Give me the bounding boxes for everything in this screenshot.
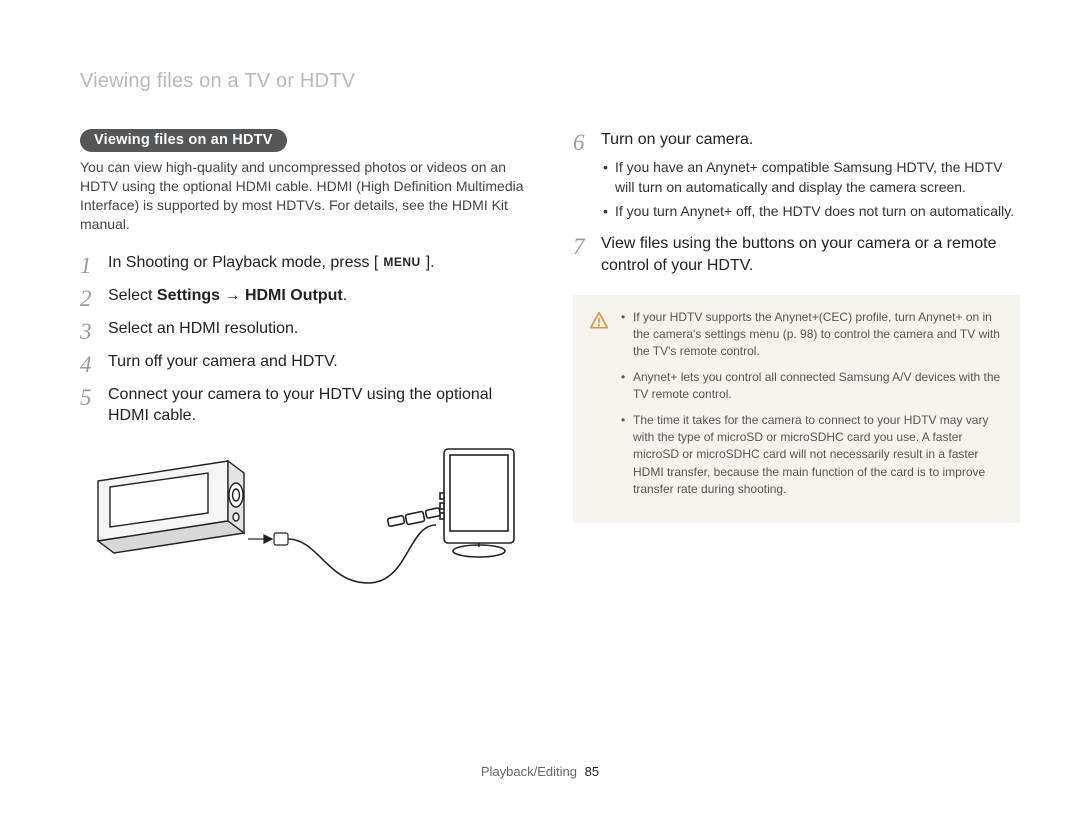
sub-bullet: If you have an Anynet+ compatible Samsun… (601, 157, 1020, 198)
step-number: 5 (80, 384, 98, 409)
sub-bullet: If you turn Anynet+ off, the HDTV does n… (601, 201, 1020, 221)
step-4: 4 Turn off your camera and HDTV. (80, 351, 527, 376)
step-1: 1 In Shooting or Playback mode, press [M… (80, 252, 527, 277)
step-2: 2 Select Settings → HDMI Output. (80, 285, 527, 310)
step-number: 4 (80, 351, 98, 376)
page-number: 85 (585, 764, 599, 779)
note-callout: If your HDTV supports the Anynet+(CEC) p… (573, 295, 1020, 523)
note-item: The time it takes for the camera to conn… (621, 412, 1004, 499)
settings-label: Settings (157, 287, 220, 304)
warning-icon (589, 311, 609, 331)
step-7: 7 View files using the buttons on your c… (573, 233, 1020, 276)
content-columns: Viewing files on an HDTV You can view hi… (80, 129, 1020, 603)
footer-section: Playback/Editing (481, 764, 577, 779)
step-6: 6 Turn on your camera. If you have an An… (573, 129, 1020, 225)
step-text: Turn on your camera. (601, 131, 753, 148)
connection-diagram (80, 443, 527, 603)
step-body: Select Settings → HDMI Output. (108, 285, 347, 307)
step-number: 1 (80, 252, 98, 277)
step-sub-bullets: If you have an Anynet+ compatible Samsun… (601, 157, 1020, 222)
step-3: 3 Select an HDMI resolution. (80, 318, 527, 343)
step-body: Select an HDMI resolution. (108, 318, 298, 340)
step-number: 3 (80, 318, 98, 343)
step-text: In Shooting or Playback mode, press [ (108, 254, 378, 271)
section-heading: Viewing files on an HDTV (80, 129, 287, 152)
menu-button-label: MENU (378, 253, 425, 271)
step-number: 2 (80, 285, 98, 310)
left-column: Viewing files on an HDTV You can view hi… (80, 129, 527, 603)
step-body: Turn off your camera and HDTV. (108, 351, 338, 373)
note-item: Anynet+ lets you control all connected S… (621, 369, 1004, 404)
note-item: If your HDTV supports the Anynet+(CEC) p… (621, 309, 1004, 361)
page-footer: Playback/Editing 85 (0, 764, 1080, 779)
step-body: In Shooting or Playback mode, press [MEN… (108, 252, 435, 274)
right-column: 6 Turn on your camera. If you have an An… (573, 129, 1020, 603)
step-body: Connect your camera to your HDTV using t… (108, 384, 527, 427)
note-list: If your HDTV supports the Anynet+(CEC) p… (621, 309, 1004, 507)
step-5: 5 Connect your camera to your HDTV using… (80, 384, 527, 427)
step-text: Select (108, 287, 157, 304)
page-title: Viewing files on a TV or HDTV (80, 70, 1020, 93)
intro-text: You can view high-quality and uncompress… (80, 158, 527, 234)
arrow-icon: → (220, 287, 245, 304)
manual-page: Viewing files on a TV or HDTV Viewing fi… (0, 0, 1080, 643)
step-text: ]. (426, 254, 435, 271)
hdmi-output-label: HDMI Output (245, 287, 343, 304)
step-number: 7 (573, 233, 591, 258)
step-number: 6 (573, 129, 591, 154)
step-body: Turn on your camera. If you have an Anyn… (601, 129, 1020, 225)
step-text: . (343, 287, 347, 304)
camera-to-tv-illustration (88, 443, 518, 598)
step-body: View files using the buttons on your cam… (601, 233, 1020, 276)
